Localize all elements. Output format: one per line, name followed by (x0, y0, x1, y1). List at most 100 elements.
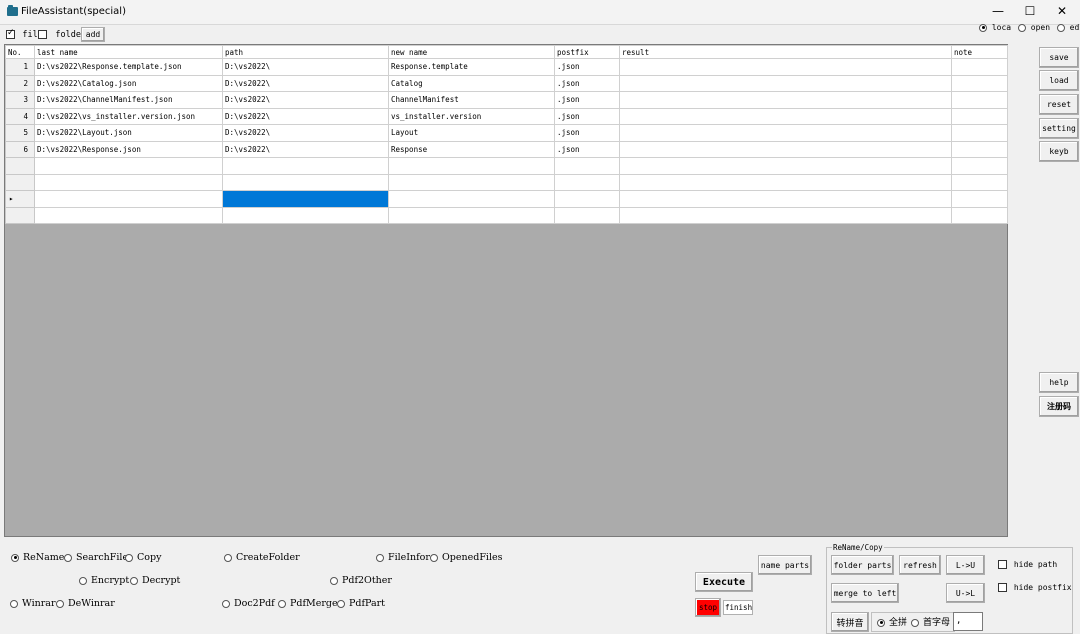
function-option-winrar[interactable]: Winrar (10, 598, 56, 609)
radio-pdfmerge[interactable] (278, 599, 286, 608)
cell-empty[interactable] (222, 206, 389, 224)
table-row[interactable]: 6 D:\vs2022\Response.json D:\vs2022\ Res… (5, 140, 1008, 158)
separator-input[interactable]: , (953, 612, 983, 631)
table-row-empty[interactable] (5, 206, 1008, 224)
pinyin-option-initials[interactable]: 首字母 (911, 615, 950, 628)
cell-last-name[interactable]: D:\vs2022\Response.template.json (34, 58, 223, 76)
mode-radio-edit[interactable] (1056, 23, 1065, 32)
cell-empty[interactable] (34, 157, 223, 175)
keyb-button[interactable]: keyb (1039, 141, 1079, 162)
refresh-button[interactable]: refresh (899, 555, 941, 575)
close-icon[interactable]: ✕ (1046, 0, 1078, 24)
function-option-openedfiles[interactable]: OpenedFiles (430, 552, 502, 563)
function-option-createfolder[interactable]: CreateFolder (224, 552, 300, 563)
radio-doc2pdf[interactable] (222, 599, 230, 608)
row-number[interactable] (5, 173, 35, 191)
function-option-encrypt[interactable]: Encrypt (79, 575, 129, 586)
radio-rename[interactable] (11, 553, 19, 562)
cell-note[interactable] (951, 74, 1008, 92)
function-option-dewinrar[interactable]: DeWinrar (56, 598, 115, 609)
cell-empty[interactable] (619, 157, 952, 175)
function-option-pdfmerge[interactable]: PdfMerge (278, 598, 338, 609)
cell-empty[interactable] (34, 206, 223, 224)
cell-result[interactable] (619, 74, 952, 92)
cell-result[interactable] (619, 124, 952, 142)
function-option-pdfpart[interactable]: PdfPart (337, 598, 385, 609)
function-option-copy[interactable]: Copy (125, 552, 161, 563)
help-button[interactable]: help (1039, 372, 1079, 393)
cell-path[interactable]: D:\vs2022\ (222, 91, 389, 109)
cell-path[interactable]: D:\vs2022\ (222, 140, 389, 158)
column-header-no[interactable]: No. (5, 45, 35, 59)
table-row[interactable]: 4 D:\vs2022\vs_installer.version.json D:… (5, 107, 1008, 125)
mode-radio-loca[interactable] (979, 23, 987, 32)
column-header-path[interactable]: path (222, 45, 389, 59)
hide-path-checkbox[interactable] (998, 560, 1007, 569)
hide-path-option[interactable]: hide path (998, 560, 1057, 569)
column-header-last-name[interactable]: last name (34, 45, 223, 59)
hide-postfix-checkbox[interactable] (998, 583, 1007, 592)
function-option-decrypt[interactable]: Decrypt (130, 575, 180, 586)
cell-empty[interactable] (554, 173, 620, 191)
cell-empty[interactable] (554, 190, 620, 208)
function-option-rename[interactable]: ReName (11, 552, 64, 563)
table-row-empty[interactable] (5, 157, 1008, 175)
cell-last-name[interactable]: D:\vs2022\Catalog.json (34, 74, 223, 92)
radio-copy[interactable] (125, 553, 133, 562)
column-header-note[interactable]: note (951, 45, 1008, 59)
name-parts-button[interactable]: name parts (758, 555, 812, 575)
table-row-empty[interactable] (5, 173, 1008, 191)
function-option-doc2pdf[interactable]: Doc2Pdf (222, 598, 275, 609)
cell-new-name[interactable]: Response.template (388, 58, 555, 76)
radio-dewinrar[interactable] (56, 599, 64, 608)
cell-note[interactable] (951, 58, 1008, 76)
row-number[interactable]: 1 (5, 58, 35, 76)
minimize-icon[interactable]: — (982, 0, 1014, 24)
radio-full-pinyin[interactable] (877, 618, 885, 627)
radio-initials[interactable] (911, 618, 919, 627)
row-number[interactable]: 3 (5, 91, 35, 109)
row-number[interactable] (5, 157, 35, 175)
cell-empty[interactable] (222, 157, 389, 175)
cell-empty[interactable] (388, 173, 555, 191)
cell-new-name[interactable]: Layout (388, 124, 555, 142)
cell-postfix[interactable]: .json (554, 107, 620, 125)
save-button[interactable]: save (1039, 47, 1079, 68)
cell-last-name[interactable]: D:\vs2022\Response.json (34, 140, 223, 158)
cell-empty[interactable] (388, 206, 555, 224)
function-option-fileinfor[interactable]: FileInfor (376, 552, 430, 563)
cell-empty[interactable] (951, 206, 1008, 224)
cell-new-name[interactable]: vs_installer.version (388, 107, 555, 125)
radio-pdf2other[interactable] (330, 576, 338, 585)
folder-checkbox[interactable] (38, 30, 47, 39)
upper-to-lower-button[interactable]: U->L (946, 583, 985, 603)
cell-empty[interactable] (554, 157, 620, 175)
cell-note[interactable] (951, 124, 1008, 142)
cell-empty[interactable] (619, 173, 952, 191)
load-button[interactable]: load (1039, 70, 1079, 91)
cell-note[interactable] (951, 107, 1008, 125)
column-header-postfix[interactable]: postfix (554, 45, 620, 59)
merge-to-left-button[interactable]: merge to left (831, 583, 899, 603)
cell-empty[interactable] (34, 173, 223, 191)
table-row[interactable]: 2 D:\vs2022\Catalog.json D:\vs2022\ Cata… (5, 74, 1008, 92)
register-code-button[interactable]: 注册码 (1039, 396, 1079, 417)
cell-postfix[interactable]: .json (554, 74, 620, 92)
function-option-pdf2other[interactable]: Pdf2Other (330, 575, 392, 586)
lower-to-upper-button[interactable]: L->U (946, 555, 985, 575)
row-number[interactable]: 6 (5, 140, 35, 158)
to-pinyin-button[interactable]: 转拼音 (831, 612, 869, 632)
setting-button[interactable]: setting (1039, 118, 1079, 139)
hide-postfix-option[interactable]: hide postfix (998, 583, 1072, 592)
cell-result[interactable] (619, 91, 952, 109)
radio-fileinfor[interactable] (376, 553, 384, 562)
cell-postfix[interactable]: .json (554, 91, 620, 109)
radio-decrypt[interactable] (130, 576, 138, 585)
table-row[interactable]: 5 D:\vs2022\Layout.json D:\vs2022\ Layou… (5, 124, 1008, 142)
cell-empty[interactable] (951, 173, 1008, 191)
folder-parts-button[interactable]: folder parts (831, 555, 894, 575)
cell-empty[interactable] (619, 190, 952, 208)
row-number[interactable] (5, 206, 35, 224)
cell-empty[interactable] (951, 190, 1008, 208)
cell-result[interactable] (619, 107, 952, 125)
